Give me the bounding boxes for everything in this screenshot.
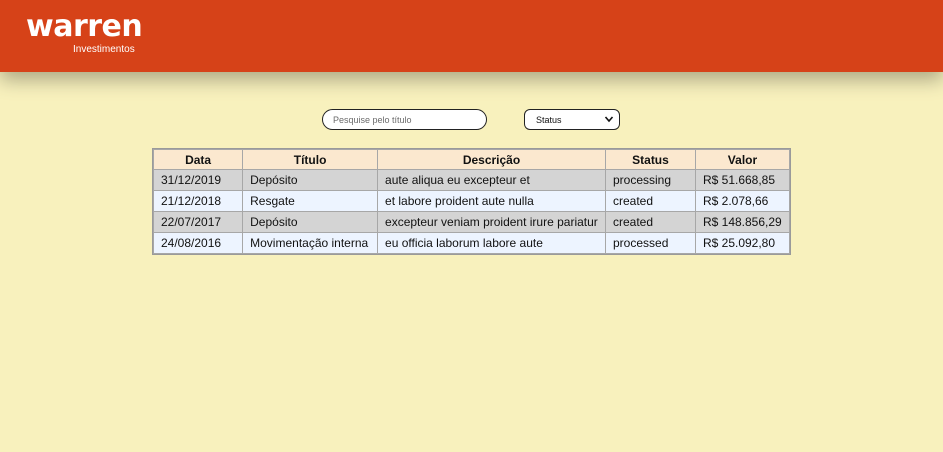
cell-data: 22/07/2017 xyxy=(152,211,244,233)
table-row[interactable]: 21/12/2018 Resgate et labore proident au… xyxy=(152,190,791,212)
table-row[interactable]: 24/08/2016 Movimentação interna eu offic… xyxy=(152,232,791,254)
cell-valor: R$ 148.856,29 xyxy=(694,211,791,233)
cell-data: 21/12/2018 xyxy=(152,190,244,212)
col-header-data[interactable]: Data xyxy=(152,149,244,170)
cell-descricao: excepteur veniam proident irure pariatur xyxy=(377,211,606,233)
cell-titulo: Depósito xyxy=(242,211,379,233)
table-row[interactable]: 31/12/2019 Depósito aute aliqua eu excep… xyxy=(152,169,791,191)
cell-valor: R$ 51.668,85 xyxy=(694,169,791,191)
cell-titulo: Resgate xyxy=(242,190,379,212)
col-header-valor[interactable]: Valor xyxy=(694,149,791,170)
cell-titulo: Movimentação interna xyxy=(242,232,379,254)
cell-titulo: Depósito xyxy=(242,169,379,191)
cell-data: 31/12/2019 xyxy=(152,169,244,191)
status-select[interactable]: Status xyxy=(524,109,620,130)
cell-data: 24/08/2016 xyxy=(152,232,244,254)
warren-logo[interactable]: warren Investimentos xyxy=(26,9,143,56)
cell-status: processed xyxy=(605,232,696,254)
cell-valor: R$ 2.078,66 xyxy=(694,190,791,212)
search-input[interactable] xyxy=(322,109,487,130)
logo-wordmark: warren xyxy=(26,9,143,44)
col-header-status[interactable]: Status xyxy=(605,149,696,170)
app-header: warren Investimentos xyxy=(0,0,943,72)
status-select-value: Status xyxy=(536,114,562,125)
col-header-descricao[interactable]: Descrição xyxy=(377,149,606,170)
cell-descricao: aute aliqua eu excepteur et xyxy=(377,169,606,191)
cell-descricao: et labore proident aute nulla xyxy=(377,190,606,212)
table-header-row: Data Título Descrição Status Valor xyxy=(152,149,791,170)
col-header-titulo[interactable]: Título xyxy=(242,149,379,170)
logo-subtitle: Investimentos xyxy=(73,44,135,55)
cell-status: created xyxy=(605,190,696,212)
cell-descricao: eu officia laborum labore aute xyxy=(377,232,606,254)
chevron-down-icon xyxy=(604,116,614,123)
cell-valor: R$ 25.092,80 xyxy=(694,232,791,254)
cell-status: created xyxy=(605,211,696,233)
table-row[interactable]: 22/07/2017 Depósito excepteur veniam pro… xyxy=(152,211,791,233)
cell-status: processing xyxy=(605,169,696,191)
transactions-table: Data Título Descrição Status Valor 31/12… xyxy=(152,148,791,255)
